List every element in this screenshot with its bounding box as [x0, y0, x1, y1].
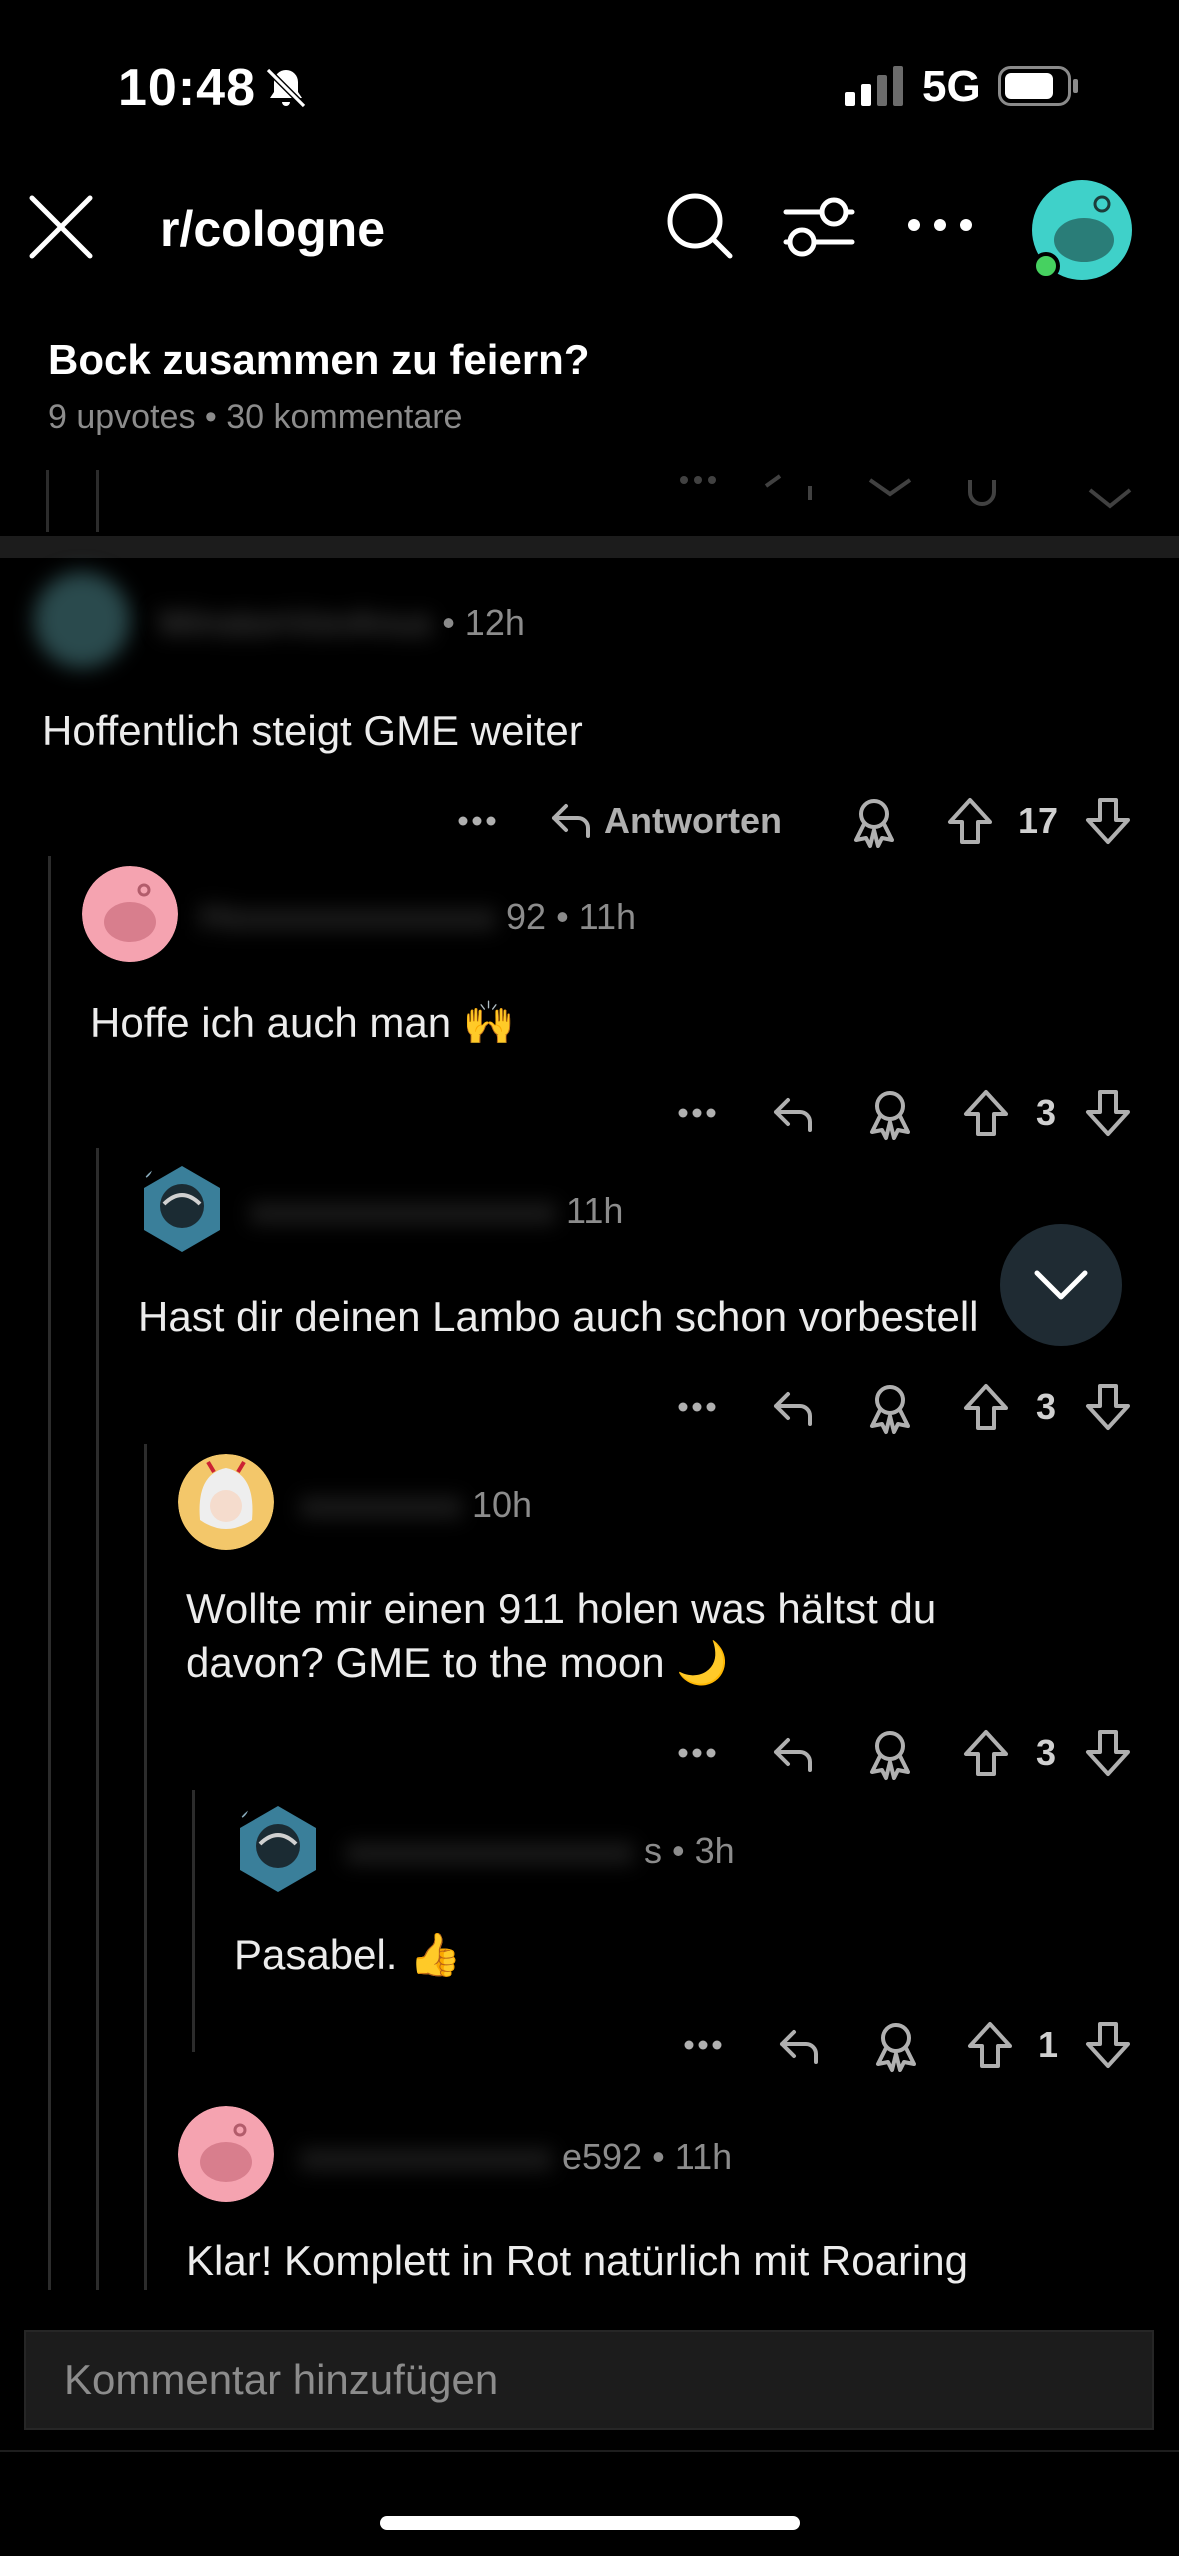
username-redacted: xxxxxxxxx	[300, 1484, 462, 1525]
username-redacted: xxxxxxxxxxxxxxxxx	[250, 1190, 556, 1231]
vote-count: 3	[1035, 1732, 1057, 1773]
username[interactable]: e592	[562, 2136, 642, 2177]
more-options-icon[interactable]	[900, 200, 980, 250]
comment-time: 10h	[472, 1484, 533, 1525]
username[interactable]: WinstonVonAnus	[158, 602, 432, 643]
vote-count: 3	[1035, 1386, 1057, 1427]
divider	[0, 2450, 1179, 2452]
post-meta: 9 upvotes • 30 kommentare	[48, 398, 463, 436]
comment-time: • 3h	[672, 1830, 735, 1871]
comment-composer: Kommentar hinzufügen	[0, 2290, 1179, 2450]
comment-time: • 11h	[652, 2136, 733, 2177]
comment-input[interactable]: Kommentar hinzufügen	[24, 2330, 1154, 2430]
award-icon[interactable]	[862, 1372, 918, 1442]
vote-count: 3	[1035, 1092, 1057, 1133]
comment: xxxxxxxxxxxxxx e592 • 11h Klar! Komplett…	[0, 2106, 1179, 2290]
username[interactable]: s	[644, 1830, 662, 1871]
filter-icon[interactable]	[780, 190, 858, 264]
comment: WinstonVonAnus • 12h Hoffentlich steigt …	[0, 570, 1179, 848]
comment-text: Hast dir deinen Lambo auch schon vorbest…	[138, 1293, 979, 1340]
award-icon[interactable]	[862, 1718, 918, 1788]
comment-divider	[0, 536, 1179, 558]
comment-text-line2: davon? GME to the moon 🌙	[186, 1639, 729, 1686]
status-bar: 10:48 5G	[0, 0, 1179, 170]
avatar[interactable]	[178, 1454, 274, 1550]
more-icon[interactable]	[452, 786, 502, 856]
more-icon[interactable]	[672, 1718, 722, 1788]
comment: Hxxxxxxxxxxxxxxx 92 • 11h Hoffe ich auch…	[0, 866, 1179, 1140]
username[interactable]: 92	[506, 896, 546, 937]
search-icon[interactable]	[660, 186, 740, 266]
user-avatar[interactable]	[1030, 178, 1134, 282]
thread-line	[96, 470, 99, 532]
next-comment-button[interactable]	[1000, 1224, 1122, 1346]
post-header: Bock zusammen zu feiern? 9 upvotes • 30 …	[48, 336, 1148, 437]
close-icon[interactable]	[24, 190, 98, 264]
comment-actions: 1	[0, 2010, 1179, 2080]
online-indicator	[1032, 252, 1060, 280]
upvote-icon[interactable]	[958, 1718, 1014, 1788]
reply-button[interactable]: Antworten	[548, 786, 808, 856]
reply-label: Antworten	[604, 800, 782, 841]
award-icon[interactable]	[846, 786, 902, 856]
comment-text: Klar! Komplett in Rot natürlich mit Roar…	[186, 2237, 968, 2284]
comment-text: Hoffe ich auch man 🙌	[90, 999, 516, 1046]
award-icon[interactable]	[868, 2010, 924, 2080]
avatar[interactable]	[178, 2106, 274, 2202]
more-icon[interactable]	[678, 2010, 728, 2080]
downvote-icon[interactable]	[1080, 1078, 1136, 1148]
avatar[interactable]	[34, 572, 130, 668]
chevron-down-icon	[1034, 1270, 1088, 1300]
subreddit-toolbar: r/cologne	[0, 170, 1179, 290]
upvote-icon[interactable]	[958, 1372, 1014, 1442]
award-icon[interactable]	[862, 1078, 918, 1148]
comment-actions: 3	[0, 1372, 1179, 1442]
reply-icon	[552, 804, 590, 838]
comment-actions: 3	[0, 1078, 1179, 1148]
comment-text: Wollte mir einen 911 holen was hältst du	[186, 1585, 937, 1632]
reply-icon[interactable]	[768, 1372, 818, 1442]
username-redacted: xxxxxxxxxxxxxx	[300, 2136, 552, 2177]
comment-text: Hoffentlich steigt GME weiter	[42, 707, 583, 754]
username-redacted: xxxxxxxxxxxxxxxx	[346, 1830, 634, 1871]
post-title[interactable]: Bock zusammen zu feiern?	[48, 336, 1148, 384]
upvote-icon[interactable]	[962, 2010, 1018, 2080]
comment-text: Pasabel. 👍	[234, 1931, 462, 1978]
comment-list[interactable]: WinstonVonAnus • 12h Hoffentlich steigt …	[0, 470, 1179, 2290]
previous-comment-actions	[0, 470, 1179, 536]
comment: xxxxxxxxx 10h Wollte mir einen 911 holen…	[0, 1454, 1179, 1780]
reply-icon[interactable]	[768, 1078, 818, 1148]
comment-actions: 3	[0, 1718, 1179, 1788]
home-indicator[interactable]	[380, 2516, 800, 2530]
battery-icon	[998, 66, 1078, 106]
vote-count: 1	[1037, 2024, 1059, 2065]
comment-time: • 11h	[556, 896, 637, 937]
upvote-icon[interactable]	[958, 1078, 1014, 1148]
downvote-icon[interactable]	[1080, 2010, 1136, 2080]
comment: xxxxxxxxxxxxxxxx s • 3h Pasabel. 👍 1	[0, 1800, 1179, 2072]
reply-icon[interactable]	[768, 1718, 818, 1788]
comment-time: 11h	[566, 1190, 624, 1231]
avatar[interactable]	[134, 1160, 230, 1256]
comment-actions: Antworten 17	[0, 786, 1179, 856]
downvote-icon[interactable]	[1080, 1718, 1136, 1788]
reply-icon[interactable]	[774, 2010, 824, 2080]
network-type: 5G	[922, 62, 981, 111]
thread-line	[46, 470, 49, 532]
avatar[interactable]	[82, 866, 178, 962]
subreddit-name[interactable]: r/cologne	[160, 200, 385, 258]
comment-time: • 12h	[442, 602, 525, 643]
username-redacted: Hxxxxxxxxxxxxxxx	[200, 896, 496, 937]
upvote-icon[interactable]	[942, 786, 998, 856]
avatar[interactable]	[230, 1800, 326, 1896]
vote-count: 17	[1017, 800, 1059, 841]
bell-off-icon	[265, 67, 307, 109]
more-icon[interactable]	[672, 1078, 722, 1148]
downvote-icon[interactable]	[1080, 1372, 1136, 1442]
clock: 10:48	[118, 59, 256, 117]
downvote-icon[interactable]	[1080, 786, 1136, 856]
signal-icon	[845, 66, 903, 106]
more-icon[interactable]	[672, 1372, 722, 1442]
